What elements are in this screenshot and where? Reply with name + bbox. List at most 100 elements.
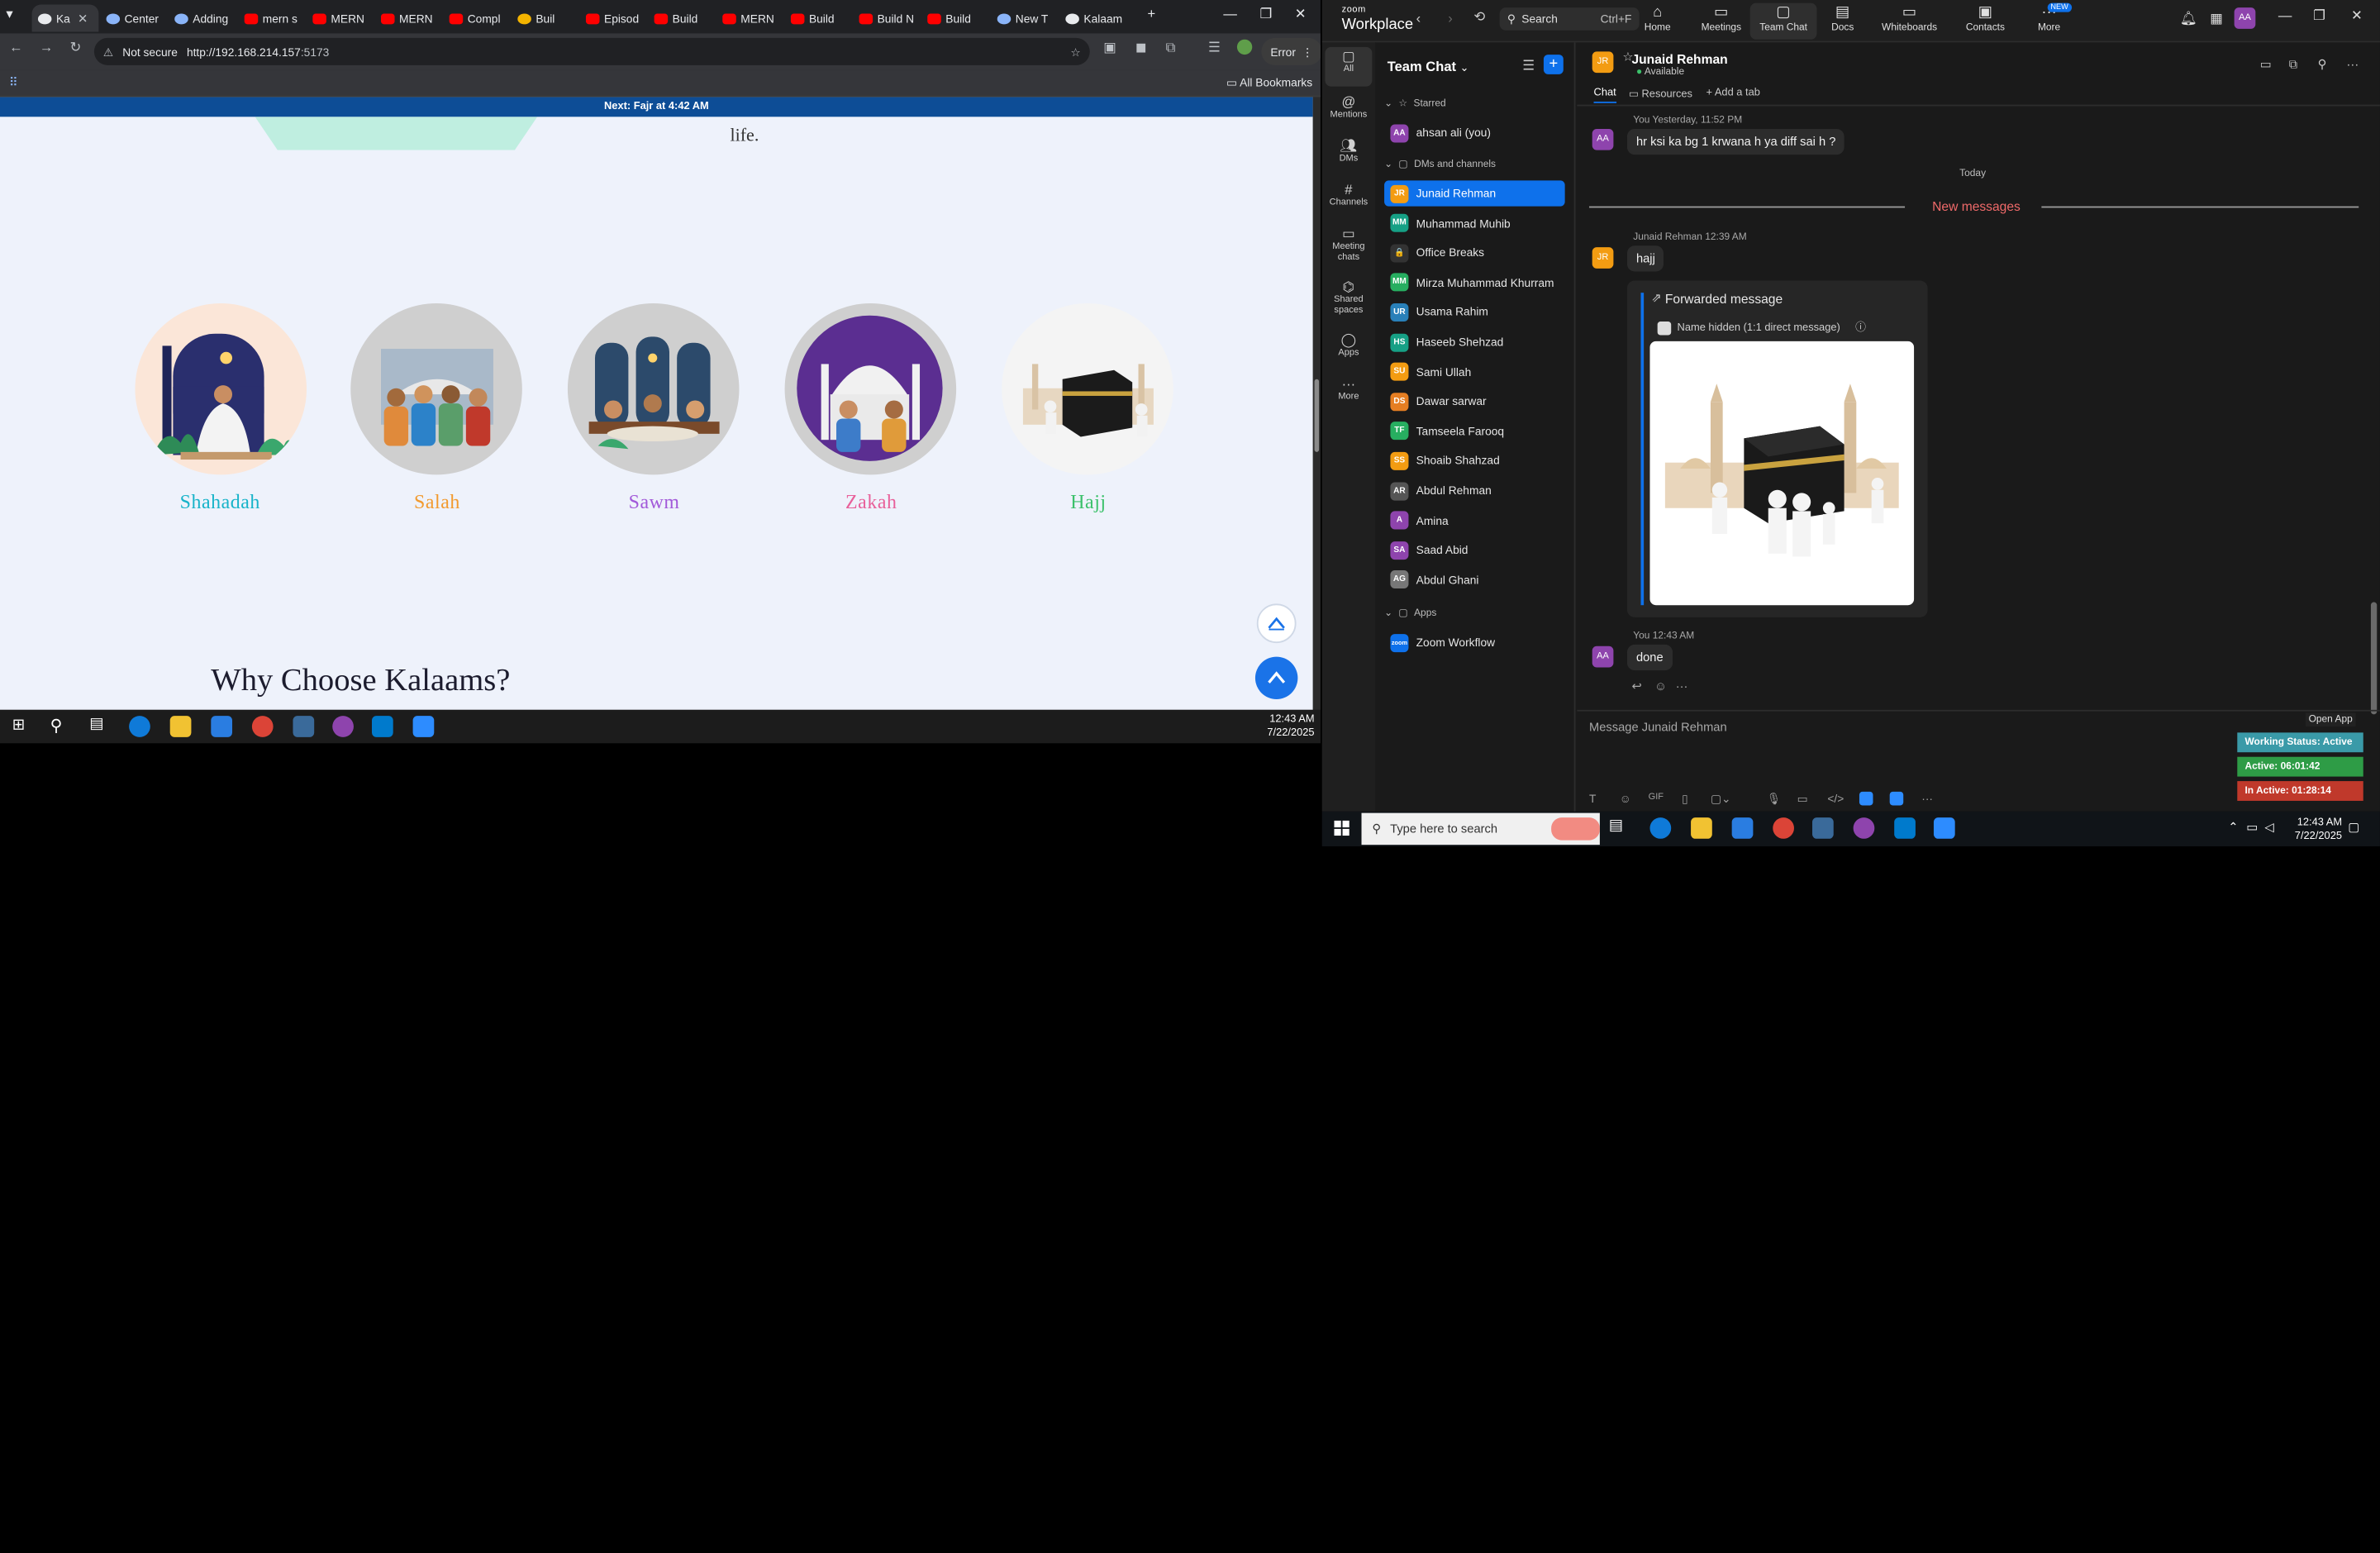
screenshot-icon[interactable]: ▢⌄ (1711, 792, 1731, 806)
nav-whiteboards[interactable]: ▭ Whiteboards (1876, 3, 1943, 34)
chrome-icon[interactable] (1773, 817, 1794, 839)
scrollbar-thumb[interactable] (1314, 379, 1320, 452)
message-bubble[interactable]: hr ksi ka bg 1 krwana h ya diff sai h ? (1626, 128, 1845, 155)
nav-home[interactable]: ⌂ Home (1624, 3, 1691, 34)
browser-tab[interactable]: Build (648, 5, 715, 32)
tray-overflow-icon[interactable]: ⌃ (2228, 821, 2238, 835)
edge-icon[interactable] (1649, 817, 1672, 839)
nav-meetings[interactable]: ▭ Meetings (1687, 3, 1754, 34)
rail-all[interactable]: ▢ All (1325, 46, 1373, 87)
rail-dms[interactable]: 👥︎ DMs (1322, 136, 1375, 165)
extension-icon-2[interactable]: ◼ (1135, 40, 1147, 56)
address-bar[interactable]: ⚠ Not secure http://192.168.214.157:5173… (93, 37, 1090, 65)
profile-avatar[interactable] (1236, 39, 1253, 55)
store-icon[interactable] (1731, 817, 1754, 839)
zoom-search[interactable]: ⚲ Search Ctrl+F (1499, 7, 1640, 31)
browser-tab[interactable]: Build N (853, 5, 920, 32)
avatar[interactable]: JR (1592, 247, 1614, 269)
maximize-icon[interactable]: ❐ (2313, 7, 2325, 24)
rail-mentions[interactable]: @ Mentions (1322, 93, 1375, 121)
app-icon-1[interactable] (1859, 791, 1873, 806)
list-item[interactable]: AG Abdul Ghani (1384, 567, 1565, 593)
task-view-icon[interactable]: ▤ (1609, 817, 1630, 839)
user-avatar[interactable]: AA (2234, 7, 2256, 29)
rail-channels[interactable]: # Channels (1322, 180, 1375, 209)
gif-icon[interactable]: GIF (1649, 793, 1664, 803)
avatar[interactable]: AA (1592, 128, 1614, 150)
list-item[interactable]: AR Abdul Rehman (1384, 478, 1565, 503)
vscode-icon[interactable] (371, 716, 393, 737)
browser-tab[interactable]: Build (921, 5, 988, 32)
list-item[interactable]: SS Shoaib Shahzad (1384, 448, 1565, 474)
pillar-label-hajj[interactable]: Hajj (982, 490, 1194, 514)
app-icon-2[interactable] (1889, 791, 1904, 806)
forward-icon[interactable]: → (40, 40, 54, 55)
minimize-icon[interactable]: — (1223, 6, 1237, 21)
tab-search-icon[interactable]: ▾ (6, 6, 12, 22)
browser-tab[interactable]: Build (785, 5, 852, 32)
open-app-button[interactable]: Open App (2305, 712, 2356, 727)
pillar-label-shahadah[interactable]: Shahadah (114, 490, 326, 514)
close-icon[interactable]: ✕ (2351, 7, 2363, 24)
list-item[interactable]: TF Tamseela Farooq (1384, 418, 1565, 444)
microphone-icon[interactable]: 🎙︎ (1767, 792, 1782, 806)
windows-start-icon[interactable]: ⊞ (12, 717, 25, 734)
tab-add[interactable]: + Add a tab (1706, 88, 1759, 98)
reply-icon[interactable]: ↩ (1631, 679, 1641, 693)
reload-icon[interactable]: ↻ (69, 40, 81, 56)
message-bubble[interactable]: done (1626, 644, 1673, 671)
team-chat-title[interactable]: Team Chat ⌄ (1388, 60, 1469, 74)
app-icon[interactable] (1812, 817, 1834, 839)
store-icon[interactable] (211, 716, 233, 737)
video-call-icon[interactable]: ▭ (2260, 58, 2272, 72)
windows-start-icon[interactable] (1334, 820, 1349, 836)
tab-chat[interactable]: Chat (1593, 88, 1616, 103)
section-apps[interactable]: ⌄ ▢ Apps (1384, 607, 1436, 619)
minimize-icon[interactable]: — (2278, 7, 2292, 22)
media-icon[interactable]: ☰ (1208, 40, 1221, 56)
new-chat-button[interactable]: + (1543, 55, 1564, 74)
history-icon[interactable]: ⟲ (1473, 9, 1485, 26)
all-bookmarks-link[interactable]: ▭ All Bookmarks (1226, 76, 1312, 90)
message-bubble[interactable]: hajj (1626, 245, 1664, 272)
search-icon[interactable]: ⚲ (50, 716, 63, 736)
rail-shared-spaces[interactable]: ⌬ Shared spaces (1322, 278, 1375, 317)
search-chat-icon[interactable]: ⚲ (2318, 58, 2327, 72)
nav-team-chat[interactable]: ▢ Team Chat (1749, 2, 1817, 40)
more-options-icon[interactable]: ··· (2347, 58, 2359, 72)
edge-icon[interactable] (129, 716, 150, 737)
filter-icon[interactable]: ☰ (1522, 58, 1535, 74)
zoom-taskbar-icon[interactable] (1933, 817, 1955, 839)
calendar-icon[interactable]: ▦ (2210, 11, 2223, 27)
message-more-icon[interactable]: ··· (1676, 679, 1688, 693)
pillar-hajj-image[interactable] (1002, 303, 1173, 475)
format-text-icon[interactable]: T (1589, 792, 1596, 806)
screen-share-icon[interactable]: ⧉ (2289, 58, 2298, 73)
browser-tab[interactable]: Adding (169, 5, 236, 32)
code-snippet-icon[interactable]: </> (1827, 792, 1844, 806)
network-icon[interactable]: ▭ (2246, 821, 2258, 835)
browser-tab[interactable]: Kalaam (1059, 5, 1126, 32)
list-item-zoom-workflow[interactable]: zoom Zoom Workflow (1384, 630, 1565, 655)
browser-tab[interactable]: MERN (375, 5, 442, 32)
pillar-label-zakah[interactable]: Zakah (765, 490, 978, 514)
nav-docs[interactable]: ▤ Docs (1809, 3, 1876, 34)
file-explorer-icon[interactable] (169, 716, 192, 737)
browser-tab[interactable]: Buil (512, 5, 578, 32)
rail-more[interactable]: ··· More (1322, 374, 1375, 403)
forwarded-message-card[interactable]: ⇗ Forwarded message Name hidden (1:1 dir… (1626, 280, 1928, 617)
list-item[interactable]: MM Muhammad Muhib (1384, 210, 1565, 236)
browser-tab[interactable]: MERN (716, 5, 783, 32)
message-input[interactable]: Message Junaid Rehman (1589, 721, 1727, 735)
scroll-to-top-button[interactable] (1254, 656, 1298, 699)
forward-nav-icon[interactable]: › (1448, 11, 1453, 26)
back-icon[interactable]: ← (9, 40, 23, 55)
app-icon[interactable] (293, 716, 315, 737)
browser-tab[interactable]: New T (991, 5, 1058, 32)
apps-grid-icon[interactable]: ⠿ (9, 76, 18, 90)
browser-tab[interactable]: Ka ✕ (31, 4, 99, 32)
zoom-taskbar-icon[interactable] (412, 716, 435, 737)
left-clock[interactable]: 12:43 AM 7/22/2025 (1267, 712, 1314, 740)
pillar-zakah-image[interactable] (784, 303, 957, 475)
extension-icon[interactable]: ▣ (1103, 40, 1116, 56)
